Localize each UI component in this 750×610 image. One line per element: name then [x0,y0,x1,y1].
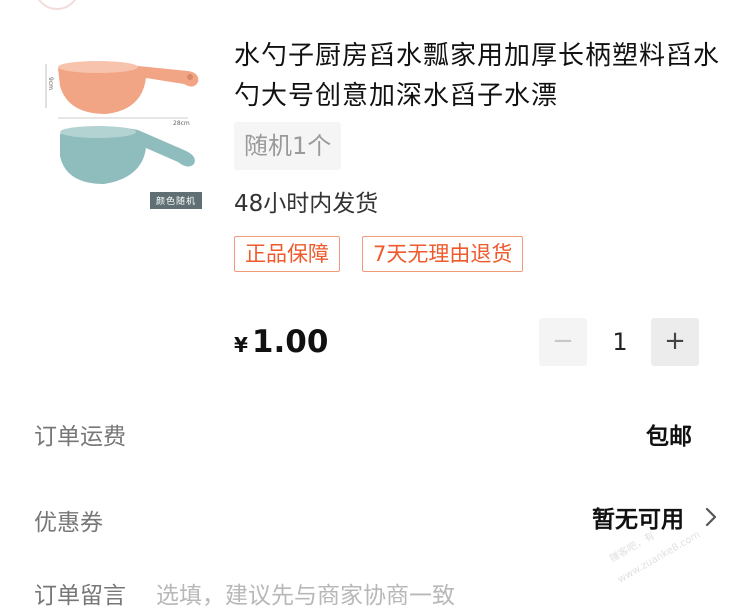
increase-quantity-button[interactable]: + [651,318,699,366]
delivery-time-note: 48小时内发货 [234,191,379,217]
variant-selector[interactable]: 随机1个 [234,122,342,170]
shipping-fee-label: 订单运费 [34,424,126,450]
decrease-quantity-button[interactable]: − [539,318,587,366]
order-note-label: 订单留言 [34,583,126,609]
ladle-illustration [45,61,199,184]
seven-day-return-tag: 7天无理由退货 [362,236,524,272]
genuine-guarantee-tag: 正品保障 [234,236,340,272]
image-caption: 颜色随机 [150,192,203,209]
product-price: ¥1.00 [234,318,328,366]
currency-symbol: ¥ [234,333,248,357]
image-width-label: 28cm [173,120,190,127]
site-watermark: 赚客吧，有 www.zuanke8.com [600,506,730,586]
product-title: 水勺子厨房舀水瓢家用加厚长柄塑料舀水勺大号创意加深水舀子水漂 [234,41,721,111]
order-note-input[interactable]: 选填，建议先与商家协商一致 [156,583,455,609]
product-image[interactable]: 9cm 28cm 颜色随机 [38,38,210,216]
image-height-label: 9cm [46,77,54,90]
quantity-value[interactable]: 1 [590,318,650,366]
coupon-label: 优惠券 [34,510,103,536]
order-note-row[interactable]: 订单留言 选填，建议先与商家协商一致 [34,576,455,610]
price-value: 1.00 [251,324,329,360]
shop-avatar [34,0,80,10]
shipping-fee-value: 包邮 [646,424,692,450]
